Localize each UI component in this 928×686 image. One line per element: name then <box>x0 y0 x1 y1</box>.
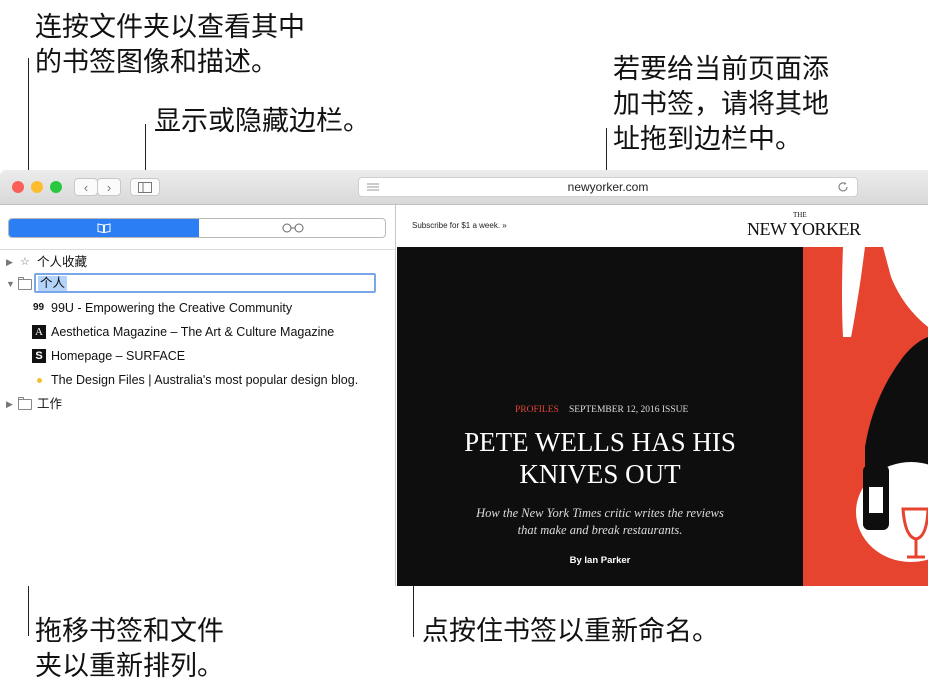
forward-button[interactable]: › <box>97 178 121 196</box>
headline-line-1[interactable]: PETE WELLS HAS HIS <box>397 427 803 458</box>
callout-rename: 点按住书签以重新命名。 <box>422 616 719 647</box>
reload-icon[interactable] <box>837 181 849 193</box>
byline: By Ian Parker <box>569 555 631 566</box>
sidebar-segmented-control <box>8 218 386 238</box>
headline-line-2[interactable]: KNIVES OUT <box>397 459 803 490</box>
folder-icon <box>18 397 32 410</box>
bookmark-title: Homepage – SURFACE <box>51 349 186 363</box>
sidebar-favorites-row[interactable]: ▶ ☆ 个人收藏 <box>0 251 380 273</box>
book-icon <box>97 223 111 234</box>
bookmark-favicon: S <box>32 349 46 363</box>
close-button[interactable] <box>12 181 24 193</box>
chevron-left-icon: ‹ <box>83 180 89 195</box>
tab-reading-list[interactable] <box>199 219 385 237</box>
section-label[interactable]: PROFILES <box>515 405 559 415</box>
toolbar: ‹ › newyorker.com <box>0 170 928 205</box>
tab-bookmarks[interactable] <box>9 219 199 237</box>
rename-field[interactable]: 个人 <box>34 273 376 293</box>
sidebar-icon <box>138 182 152 193</box>
disclosure-collapsed-icon[interactable]: ▶ <box>6 251 13 273</box>
disclosure-collapsed-icon[interactable]: ▶ <box>6 393 13 415</box>
dek-line-2: that make and break restaurants. <box>517 523 683 537</box>
bookmark-title: 99U - Empowering the Creative Community <box>51 301 293 315</box>
hero-panel: PROFILES SEPTEMBER 12, 2016 ISSUE PETE W… <box>397 247 803 586</box>
zoom-button[interactable] <box>50 181 62 193</box>
wine-illustration-icon <box>842 247 928 562</box>
bookmark-favicon: 99 <box>33 302 45 313</box>
callout-rearrange: 拖移书签和文件 夹以重新排列。 <box>35 616 224 682</box>
minimize-button[interactable] <box>31 181 43 193</box>
sidebar-separator <box>0 249 395 250</box>
star-icon: ☆ <box>20 256 30 268</box>
glasses-icon <box>282 223 303 233</box>
callout-folder-double-click: 连按文件夹以查看其中 的书签图像和描述。 <box>35 12 305 78</box>
callout-toggle-sidebar: 显示或隐藏边栏。 <box>154 106 370 137</box>
folder-icon <box>18 277 32 290</box>
bookmark-title: Aesthetica Magazine – The Art & Culture … <box>51 325 335 339</box>
subscribe-link[interactable]: Subscribe for $1 a week. » <box>412 221 507 230</box>
favorites-label: 个人收藏 <box>37 255 88 269</box>
address-text: newyorker.com <box>567 180 649 194</box>
logo-the: THE <box>793 211 807 219</box>
hero-illustration <box>803 247 928 586</box>
bookmark-favicon-dot-icon <box>37 378 42 383</box>
sidebar-toggle-button[interactable] <box>130 178 160 196</box>
back-button[interactable]: ‹ <box>74 178 98 196</box>
sidebar: ▶ ☆ 个人收藏 ▼ 个人 99 99U - Empowering the Cr… <box>0 205 396 586</box>
chevron-right-icon: › <box>106 180 112 195</box>
dek-line-1: How the New York Times critic writes the… <box>476 506 724 520</box>
callout-add-bookmark: 若要给当前页面添 加书签，请将其地 址拖到边栏中。 <box>613 54 829 155</box>
bookmark-row[interactable]: A Aesthetica Magazine – The Art & Cultur… <box>0 321 380 343</box>
bookmark-favicon: A <box>32 325 46 339</box>
web-content: Subscribe for $1 a week. » THE NEW YORKE… <box>397 205 928 586</box>
bookmark-row[interactable]: The Design Files | Australia's most popu… <box>0 369 390 391</box>
sidebar-work-folder-row[interactable]: ▶ 工作 <box>0 393 380 415</box>
bookmark-row[interactable]: 99 99U - Empowering the Creative Communi… <box>0 297 380 319</box>
bookmark-row[interactable]: S Homepage – SURFACE <box>0 345 380 367</box>
site-logo[interactable]: NEW YORKER <box>747 219 861 240</box>
address-bar[interactable]: newyorker.com <box>358 177 858 197</box>
rename-field-text[interactable]: 个人 <box>38 276 68 291</box>
disclosure-expanded-icon[interactable]: ▼ <box>6 273 15 295</box>
bookmark-title: The Design Files | Australia's most popu… <box>51 373 359 387</box>
safari-window: ‹ › newyorker.com ▶ ☆ 个人收藏 ▼ 个人 99 99U -… <box>0 170 928 586</box>
work-folder-label: 工作 <box>37 397 63 411</box>
issue-label: SEPTEMBER 12, 2016 ISSUE <box>569 405 689 415</box>
